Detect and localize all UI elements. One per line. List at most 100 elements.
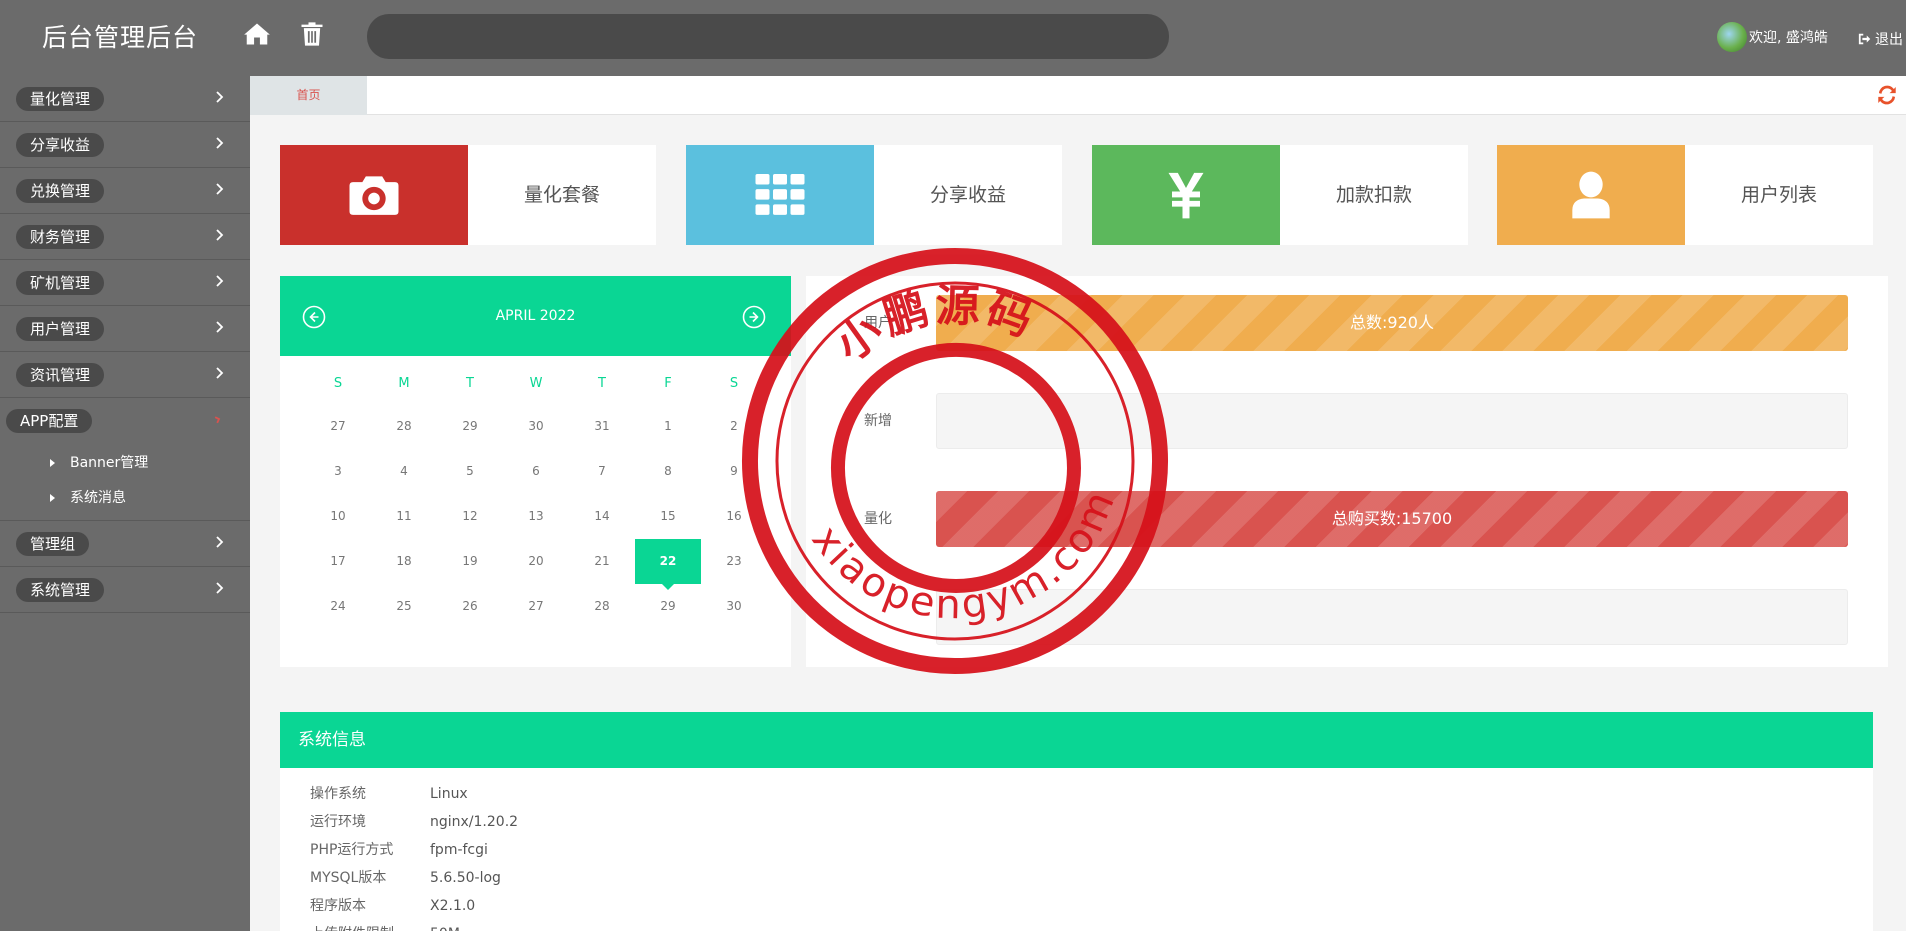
weekday-label: S (729, 376, 739, 391)
calendar-day[interactable]: 10 (305, 494, 371, 539)
calendar-day[interactable]: 31 (569, 404, 635, 449)
weekday-label: S (333, 376, 343, 391)
calendar-day[interactable]: 7 (569, 449, 635, 494)
system-info-row: 运行环境 nginx/1.20.2 (310, 808, 518, 836)
calendar-day[interactable]: 17 (305, 539, 371, 584)
quick-card-quant-package[interactable]: 量化套餐 (280, 145, 656, 245)
calendar-day[interactable]: 25 (371, 584, 437, 629)
calendar-weekdays: S M T W T F S (280, 369, 791, 399)
system-info-key: MYSQL版本 (310, 870, 387, 886)
sidebar-item-miner[interactable]: 矿机管理 (0, 260, 250, 306)
calendar-day[interactable]: 23 (701, 539, 767, 584)
calendar-day[interactable]: 8 (635, 449, 701, 494)
sidebar-subitem-banner[interactable]: Banner管理 (0, 446, 250, 481)
calendar-day[interactable]: 28 (569, 584, 635, 629)
calendar-week-row: 27 28 29 30 31 1 2 (305, 404, 791, 449)
calendar-day[interactable]: 26 (437, 584, 503, 629)
weekday-label: W (529, 376, 543, 391)
tab-bar: 首页 (250, 76, 1906, 115)
calendar-day[interactable]: 1 (635, 404, 701, 449)
stat-bar-extra (936, 589, 1848, 645)
system-info-row: 操作系统 Linux (310, 780, 518, 808)
system-info-key: 上传附件限制 (310, 920, 430, 931)
calendar-day[interactable]: 18 (371, 539, 437, 584)
calendar-day[interactable]: 14 (569, 494, 635, 539)
user-welcome[interactable]: 欢迎, 盛鸿皓 (1717, 22, 1828, 52)
calendar-week-row: 10 11 12 13 14 15 16 (305, 494, 791, 539)
stat-label: 新增 (864, 413, 892, 429)
next-month-icon[interactable] (742, 305, 766, 329)
tab-home[interactable]: 首页 (250, 76, 367, 115)
calendar-day[interactable]: 5 (437, 449, 503, 494)
yen-icon (1092, 145, 1280, 245)
sidebar-item-exchange[interactable]: 兑换管理 (0, 168, 250, 214)
weekday-label: T (466, 376, 474, 391)
system-info-panel: 系统信息 操作系统 Linux 运行环境 nginx/1.20.2 PHP运行方式 fpm… (280, 712, 1873, 931)
prev-month-icon[interactable] (302, 305, 326, 329)
calendar-day[interactable]: 29 (437, 404, 503, 449)
sidebar-subitem-system-message[interactable]: 系统消息 (0, 481, 250, 516)
logout-icon (1858, 33, 1871, 45)
caret-right-icon (50, 494, 55, 502)
calendar-day[interactable]: 27 (503, 584, 569, 629)
sidebar-item-label: 分享收益 (16, 133, 105, 157)
quick-card-user-list[interactable]: 用户列表 (1497, 145, 1873, 245)
calendar-day[interactable]: 20 (503, 539, 569, 584)
sidebar-item-label: 兑换管理 (16, 179, 105, 203)
calendar-day[interactable]: 4 (371, 449, 437, 494)
home-icon[interactable] (243, 20, 271, 48)
sidebar-item-label: APP配置 (6, 409, 93, 433)
sidebar-item-finance[interactable]: 财务管理 (0, 214, 250, 260)
subitem-label: Banner管理 (70, 455, 149, 471)
calendar-day[interactable]: 30 (503, 404, 569, 449)
chevron-right-icon (212, 319, 226, 333)
calendar-month-title: APRIL 2022 (495, 308, 576, 324)
grid-icon (686, 145, 874, 245)
chevron-right-icon (212, 181, 226, 195)
calendar-day[interactable]: 13 (503, 494, 569, 539)
stat-row-quant: 量化 总购买数:15700 (806, 491, 1888, 547)
stat-bar-users: 总数:920人 (936, 295, 1848, 351)
calendar-day-today[interactable]: 22 (635, 539, 701, 590)
calendar-day[interactable]: 21 (569, 539, 635, 584)
calendar-day[interactable]: 27 (305, 404, 371, 449)
calendar-day[interactable]: 2 (701, 404, 767, 449)
system-info-value: Linux (430, 786, 468, 802)
sidebar-item-quant[interactable]: 量化管理 (0, 76, 250, 122)
calendar-day[interactable]: 11 (371, 494, 437, 539)
system-info-key: 操作系统 (310, 786, 366, 802)
system-info-value: fpm-fcgi (430, 842, 488, 858)
calendar-day[interactable]: 15 (635, 494, 701, 539)
calendar-day[interactable]: 9 (701, 449, 767, 494)
calendar-day[interactable]: 3 (305, 449, 371, 494)
calendar-day[interactable]: 24 (305, 584, 371, 629)
calendar-day[interactable]: 28 (371, 404, 437, 449)
system-info-row: PHP运行方式 fpm-fcgi (310, 836, 518, 864)
sidebar-item-users[interactable]: 用户管理 (0, 306, 250, 352)
sidebar-item-label: 用户管理 (16, 317, 105, 341)
sidebar-item-system[interactable]: 系统管理 (0, 567, 250, 613)
stat-row-new: 新增 (806, 393, 1888, 449)
calendar-day[interactable]: 12 (437, 494, 503, 539)
quick-card-share-income[interactable]: 分享收益 (686, 145, 1062, 245)
refresh-icon[interactable] (1876, 84, 1898, 106)
calendar-day[interactable]: 29 (635, 584, 701, 629)
stat-row-extra (806, 589, 1888, 645)
calendar-week-row: 3456789 (305, 449, 791, 494)
calendar-day[interactable]: 30 (701, 584, 767, 629)
sidebar-item-share-income[interactable]: 分享收益 (0, 122, 250, 168)
trash-icon[interactable] (298, 20, 326, 48)
calendar-day[interactable]: 6 (503, 449, 569, 494)
chevron-right-icon (212, 534, 226, 548)
sidebar-item-news[interactable]: 资讯管理 (0, 352, 250, 398)
quick-card-add-deduct[interactable]: 加款扣款 (1092, 145, 1468, 245)
system-info-value: X2.1.0 (430, 898, 476, 914)
chevron-right-icon (212, 365, 226, 379)
calendar-day[interactable]: 16 (701, 494, 767, 539)
sidebar-item-app-config[interactable]: APP配置 (0, 398, 250, 444)
quick-card-label: 加款扣款 (1335, 184, 1412, 206)
calendar-day[interactable]: 19 (437, 539, 503, 584)
search-input[interactable] (367, 14, 1169, 59)
logout-button[interactable]: 退出 (1858, 29, 1903, 49)
sidebar-item-admin-group[interactable]: 管理组 (0, 521, 250, 567)
